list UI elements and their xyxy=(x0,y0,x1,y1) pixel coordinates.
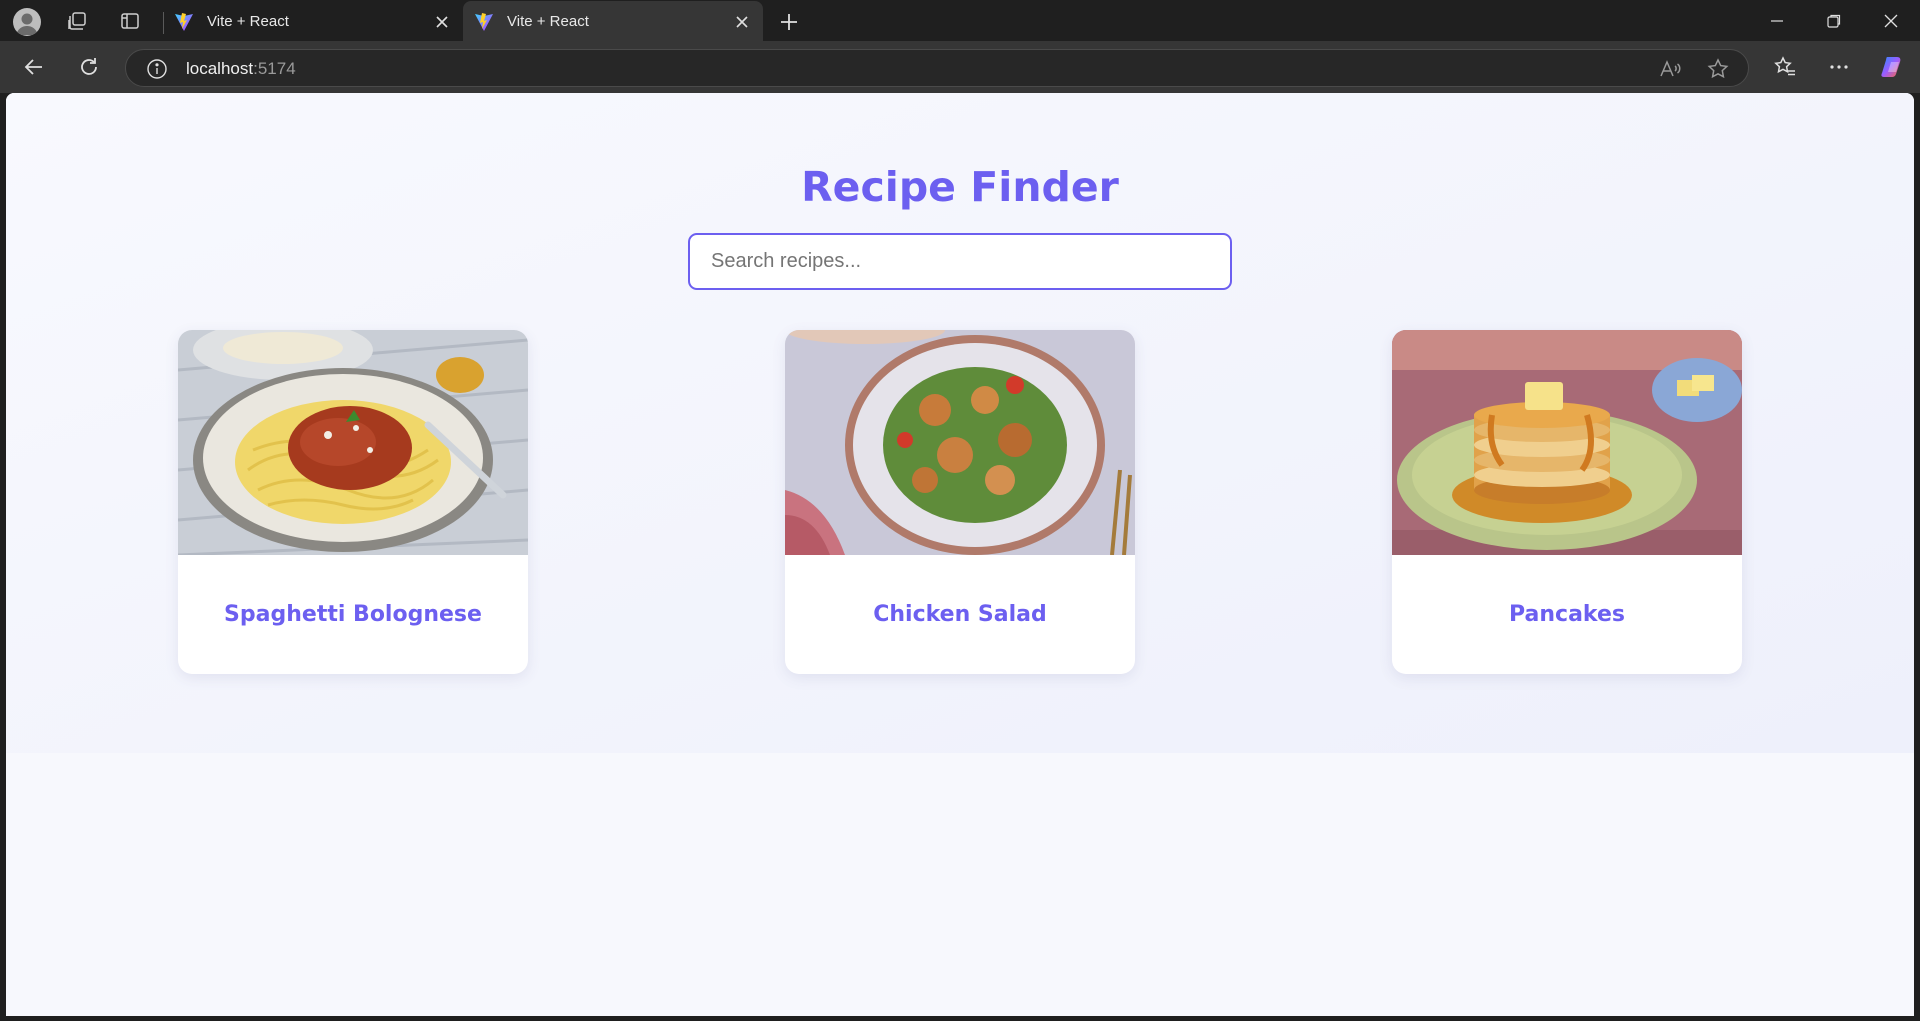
recipe-card-pancakes[interactable]: Pancakes xyxy=(1392,330,1742,674)
vertical-tabs-icon[interactable] xyxy=(117,8,143,34)
vite-logo-icon xyxy=(175,12,193,31)
close-window-icon[interactable] xyxy=(1862,0,1919,41)
favorite-star-icon[interactable] xyxy=(1706,57,1730,81)
recipe-finder-app: Recipe Finder Search recipes... Spaghett… xyxy=(6,93,1914,753)
browser-titlebar: Vite + React Vite + React xyxy=(0,0,1920,42)
recipe-card-spaghetti-bolognese[interactable]: Spaghetti Bolognese xyxy=(178,330,528,674)
tab-vite-react-2[interactable]: Vite + React xyxy=(463,1,763,42)
recipe-card-title: Pancakes xyxy=(1509,602,1625,627)
page-viewport: Recipe Finder Search recipes... Spaghett… xyxy=(6,93,1914,1016)
tab-title: Vite + React xyxy=(507,13,589,30)
tab-vite-react-1[interactable]: Vite + React xyxy=(163,1,463,42)
recipe-card-title: Chicken Salad xyxy=(873,602,1047,627)
restore-icon[interactable] xyxy=(1805,0,1862,41)
recipe-card-title: Spaghetti Bolognese xyxy=(224,602,482,627)
tab-close-icon[interactable] xyxy=(729,9,755,35)
copilot-icon[interactable] xyxy=(1877,51,1909,83)
vite-logo-icon xyxy=(475,12,493,31)
browser-navbar: localhost:5174 xyxy=(0,41,1920,93)
tab-title: Vite + React xyxy=(207,13,289,30)
site-info-icon[interactable] xyxy=(146,58,168,80)
minimize-icon[interactable] xyxy=(1748,0,1805,41)
refresh-icon[interactable] xyxy=(73,51,105,83)
recipe-card-chicken-salad[interactable]: Chicken Salad xyxy=(785,330,1135,674)
read-aloud-icon[interactable] xyxy=(1658,57,1682,81)
url-host: localhost xyxy=(186,59,254,78)
tab-close-icon[interactable] xyxy=(429,9,455,35)
workspaces-icon[interactable] xyxy=(64,8,90,34)
pancakes-photo xyxy=(1392,330,1742,555)
profile-avatar-icon[interactable] xyxy=(13,8,41,36)
address-bar[interactable]: localhost:5174 xyxy=(125,49,1749,87)
url-port: :5174 xyxy=(253,59,296,78)
new-tab-plus-icon[interactable] xyxy=(775,8,803,36)
spaghetti-photo xyxy=(178,330,528,555)
salad-photo xyxy=(785,330,1135,555)
url-text: localhost:5174 xyxy=(186,59,296,79)
favorites-icon[interactable] xyxy=(1769,51,1801,83)
back-arrow-icon[interactable] xyxy=(18,51,50,83)
search-input[interactable] xyxy=(688,233,1232,290)
more-options-icon[interactable] xyxy=(1823,51,1855,83)
page-title: Recipe Finder xyxy=(801,163,1119,211)
